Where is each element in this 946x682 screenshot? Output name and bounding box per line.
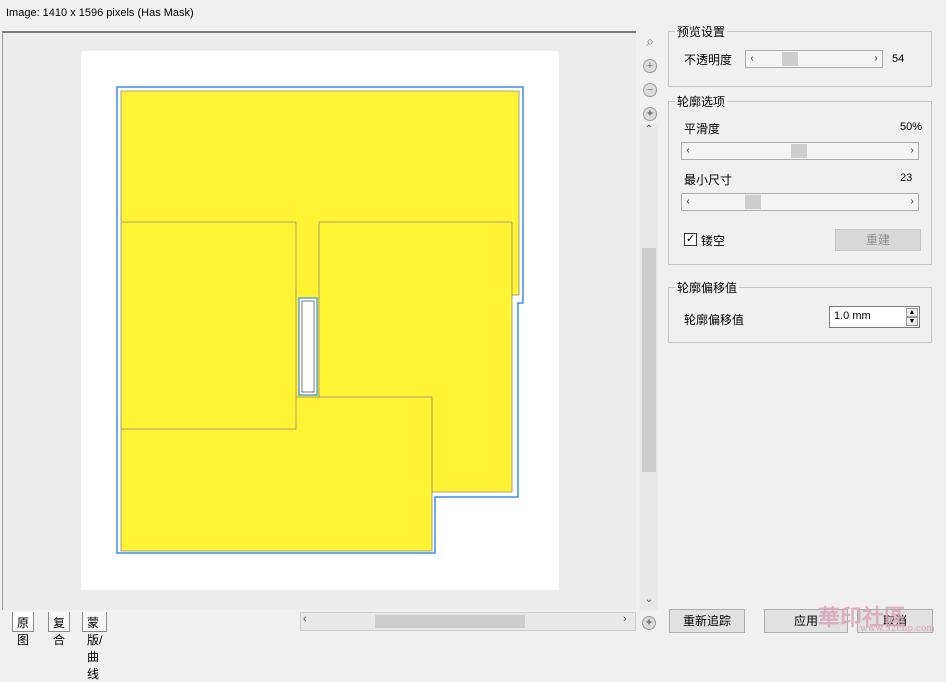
smooth-value: 50% [900,121,923,133]
tab-mask-curve[interactable]: 蒙版/曲线 [82,612,108,681]
rebuild-button[interactable]: 重建 [835,229,921,251]
opacity-slider[interactable]: ‹ › [745,50,883,68]
tab-composite[interactable]: 复合 [48,612,71,647]
scroll-down-icon[interactable]: ⌄ [640,594,658,605]
shape-fill [120,90,520,552]
retrace-button[interactable]: 重新追踪 [669,609,745,633]
min-size-label: 最小尺寸 [684,173,733,187]
group-title: 轮廓选项 [675,93,728,110]
smooth-label: 平滑度 [684,122,721,136]
min-size-value: 23 [900,172,913,184]
slider-left-icon[interactable]: ‹ [746,51,758,67]
opacity-slider-thumb[interactable] [782,52,798,66]
slider-left-icon[interactable]: ‹ [682,194,694,210]
hole-inner [301,300,315,393]
min-size-slider[interactable]: ‹ › [681,193,919,211]
scroll-left-icon[interactable]: ‹ [303,613,307,625]
offset-label: 轮廓偏移值 [684,313,745,327]
scroll-up-icon[interactable]: ⌃ [640,124,658,135]
spin-down-icon[interactable]: ▼ [906,317,918,326]
zoom-in-icon[interactable]: + [643,59,657,73]
watermark-url: www.52cnp.com [860,624,935,634]
contour-options-group: 轮廓选项 平滑度 50% ‹ › 最小尺寸 23 ‹ › ✓ 镂空 重建 [668,93,932,265]
slider-right-icon[interactable]: › [906,143,918,159]
scroll-right-icon[interactable]: › [623,613,627,625]
offset-group: 轮廓偏移值 轮廓偏移值 1.0 mm ▲ ▼ [668,279,932,343]
tab-original[interactable]: 原图 [12,612,35,647]
navigator-icon[interactable]: ✦ [642,616,656,630]
slider-right-icon[interactable]: › [870,51,882,67]
offset-spinbox[interactable]: 1.0 mm ▲ ▼ [829,306,920,328]
opacity-value: 54 [892,53,905,65]
image-info: Image: 1410 x 1596 pixels (Has Mask) [6,7,194,19]
offset-input[interactable]: 1.0 mm [834,310,871,322]
horizontal-scrollbar[interactable]: ‹ › [300,612,636,631]
hollow-checkbox[interactable]: ✓ [684,233,697,246]
slider-right-icon[interactable]: › [906,194,918,210]
zoom-icon[interactable]: ⌕ [643,34,657,49]
contour-preview [116,86,524,554]
vertical-scrollbar[interactable]: ⌃ ⌄ [640,124,658,610]
spin-up-icon[interactable]: ▲ [906,308,918,317]
opacity-label: 不透明度 [684,53,733,67]
slider-left-icon[interactable]: ‹ [682,143,694,159]
group-title: 轮廓偏移值 [675,279,740,296]
group-title: 预览设置 [675,23,728,40]
zoom-out-icon[interactable]: − [643,83,657,97]
preview-settings-group: 预览设置 不透明度 ‹ › 54 [668,23,932,87]
min-size-slider-thumb[interactable] [745,195,761,209]
vertical-scroll-thumb[interactable] [642,248,656,472]
horizontal-scroll-thumb[interactable] [375,615,525,628]
smooth-slider[interactable]: ‹ › [681,142,919,160]
hollow-label: 镂空 [701,234,726,248]
smooth-slider-thumb[interactable] [791,144,807,158]
fit-view-icon[interactable]: ✦ [643,107,657,121]
preview-canvas[interactable] [81,51,559,590]
